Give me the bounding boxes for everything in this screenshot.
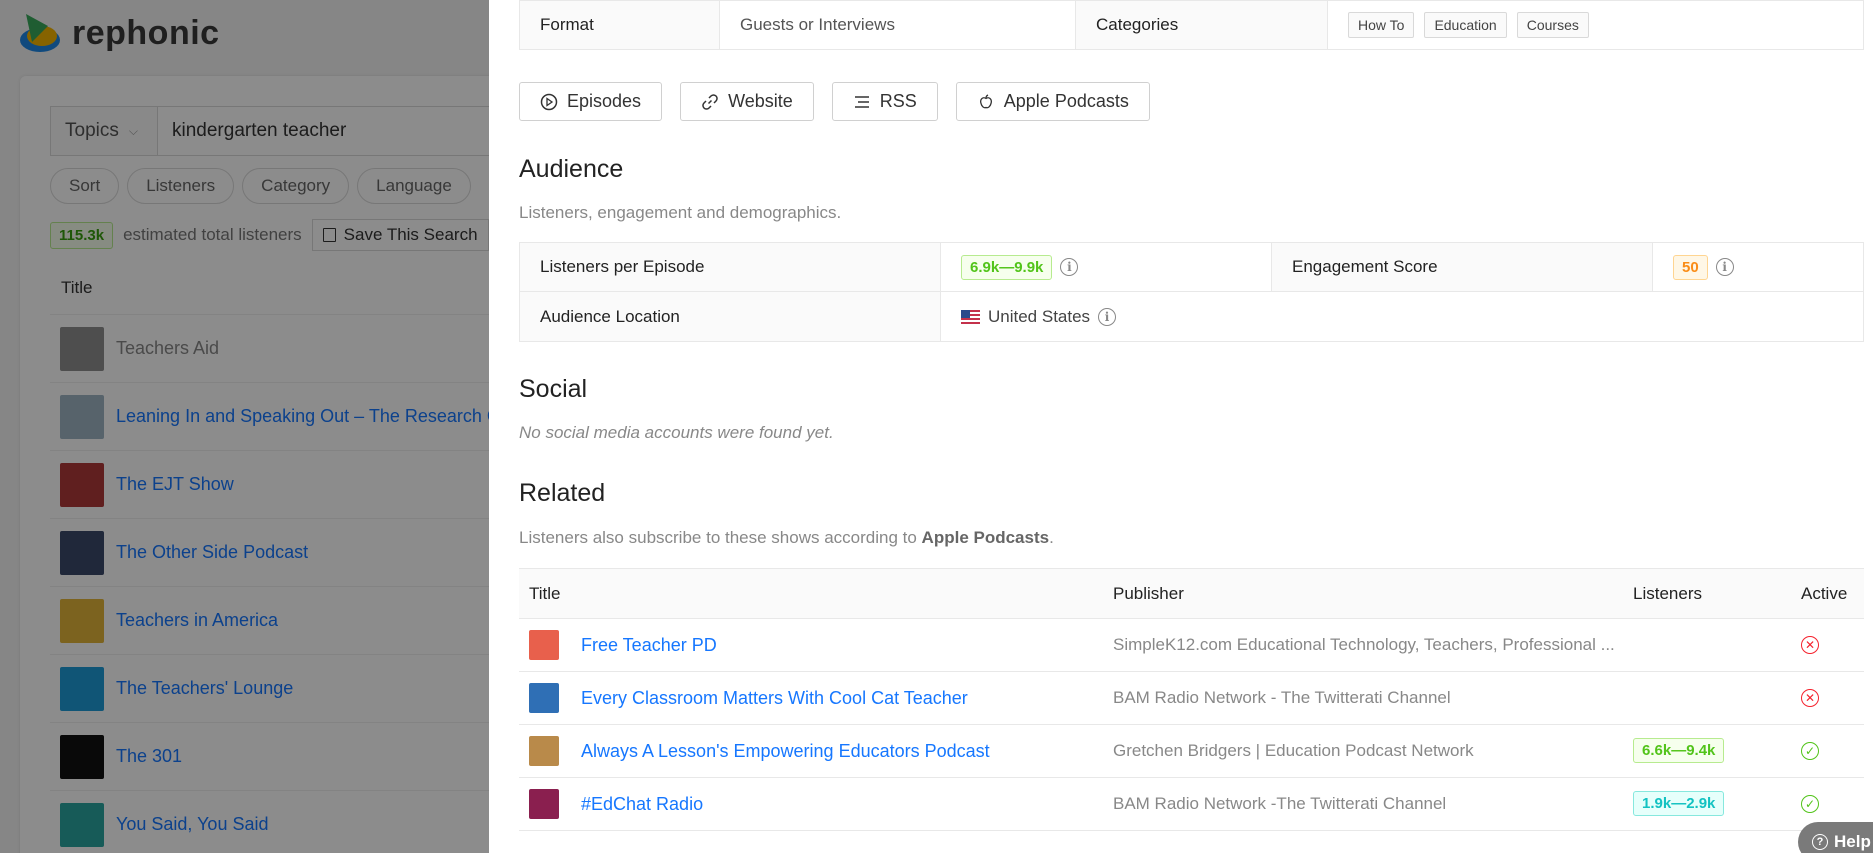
format-value: Guests or Interviews (720, 1, 1076, 49)
link-buttons: Episodes Website RSS Apple Podcasts (519, 82, 1150, 121)
link-icon (702, 93, 718, 110)
categories-value: How To Education Courses (1328, 1, 1863, 49)
social-title: Social (519, 375, 588, 403)
related-podcast-title[interactable]: Always A Lesson's Empowering Educators P… (581, 741, 990, 762)
apple-podcasts-label: Apple Podcasts (1003, 91, 1129, 111)
table-row[interactable]: Free Teacher PD SimpleK12.com Educationa… (519, 619, 1864, 672)
active-check-icon: ✓ (1801, 742, 1819, 760)
audience-subtitle: Listeners, engagement and demographics. (519, 203, 842, 222)
podcast-thumbnail (529, 630, 559, 660)
col-title: Title (529, 583, 561, 603)
inactive-icon: ✕ (1801, 636, 1819, 654)
related-podcast-title[interactable]: Every Classroom Matters With Cool Cat Te… (581, 688, 968, 709)
audience-title: Audience (519, 155, 624, 183)
category-tag[interactable]: Education (1424, 12, 1507, 38)
audience-location-label: Audience Location (520, 292, 941, 341)
help-label: Help (1834, 832, 1871, 851)
listeners-per-episode-label: Listeners per Episode (520, 243, 941, 291)
related-table-header: Title Publisher Listeners Active (519, 569, 1864, 619)
details-table: Format Guests or Interviews Categories H… (519, 0, 1864, 50)
question-icon: ? (1812, 834, 1828, 850)
rss-label: RSS (879, 91, 917, 111)
related-podcast-title[interactable]: #EdChat Radio (581, 794, 703, 815)
col-listeners: Listeners (1633, 583, 1702, 603)
table-row[interactable]: Always A Lesson's Empowering Educators P… (519, 725, 1864, 778)
podcast-thumbnail (529, 683, 559, 713)
categories-label: Categories (1076, 1, 1328, 49)
engagement-score-badge: 50 (1673, 254, 1708, 280)
listeners-range-badge: 6.9k—9.9k (961, 254, 1053, 280)
related-publisher: SimpleK12.com Educational Technology, Te… (1113, 635, 1615, 654)
info-icon[interactable]: i (1060, 258, 1079, 276)
info-icon[interactable]: i (1098, 307, 1117, 326)
category-tag[interactable]: Courses (1516, 12, 1589, 38)
related-table: Title Publisher Listeners Active Free Te… (519, 568, 1864, 831)
format-label: Format (520, 1, 720, 49)
engagement-score-label: Engagement Score (1272, 243, 1653, 291)
category-tag[interactable]: How To (1348, 12, 1415, 38)
info-icon[interactable]: i (1715, 258, 1734, 276)
list-icon (854, 95, 869, 108)
related-subtitle-text: Listeners also subscribe to these shows … (519, 528, 922, 547)
us-flag-icon (961, 309, 980, 324)
podcast-thumbnail (529, 789, 559, 819)
table-row[interactable]: Every Classroom Matters With Cool Cat Te… (519, 672, 1864, 725)
related-publisher: BAM Radio Network -The Twitterati Channe… (1113, 794, 1447, 813)
website-button[interactable]: Website (680, 82, 814, 121)
active-check-icon: ✓ (1801, 795, 1819, 813)
social-empty-text: No social media accounts were found yet. (519, 423, 834, 442)
play-circle-icon (540, 93, 558, 110)
website-label: Website (728, 91, 793, 111)
related-subtitle-end: . (1049, 528, 1054, 547)
related-title: Related (519, 479, 606, 507)
related-listeners-badge: 1.9k—2.9k (1633, 791, 1725, 816)
related-podcast-title[interactable]: Free Teacher PD (581, 635, 717, 656)
episodes-button[interactable]: Episodes (519, 82, 663, 121)
related-listeners-badge: 6.6k—9.4k (1633, 738, 1725, 763)
episodes-label: Episodes (567, 91, 642, 111)
podcast-detail-drawer: Format Guests or Interviews Categories H… (489, 0, 1873, 853)
apple-podcasts-source: Apple Podcasts (921, 528, 1050, 547)
inactive-icon: ✕ (1801, 689, 1819, 707)
audience-table: Listeners per Episode 6.9k—9.9k i Engage… (519, 242, 1864, 342)
rss-button[interactable]: RSS (831, 82, 938, 121)
apple-podcasts-button[interactable]: Apple Podcasts (955, 82, 1150, 121)
apple-icon (979, 93, 992, 108)
related-publisher: BAM Radio Network - The Twitterati Chann… (1113, 688, 1451, 707)
table-row[interactable]: #EdChat Radio BAM Radio Network -The Twi… (519, 778, 1864, 831)
podcast-thumbnail (529, 736, 559, 766)
audience-location-value: United States (988, 306, 1091, 326)
related-subtitle: Listeners also subscribe to these shows … (519, 528, 1054, 548)
col-active: Active (1801, 583, 1848, 603)
col-publisher: Publisher (1113, 583, 1184, 603)
help-button[interactable]: ? Help (1798, 822, 1873, 853)
related-publisher: Gretchen Bridgers | Education Podcast Ne… (1113, 741, 1474, 760)
